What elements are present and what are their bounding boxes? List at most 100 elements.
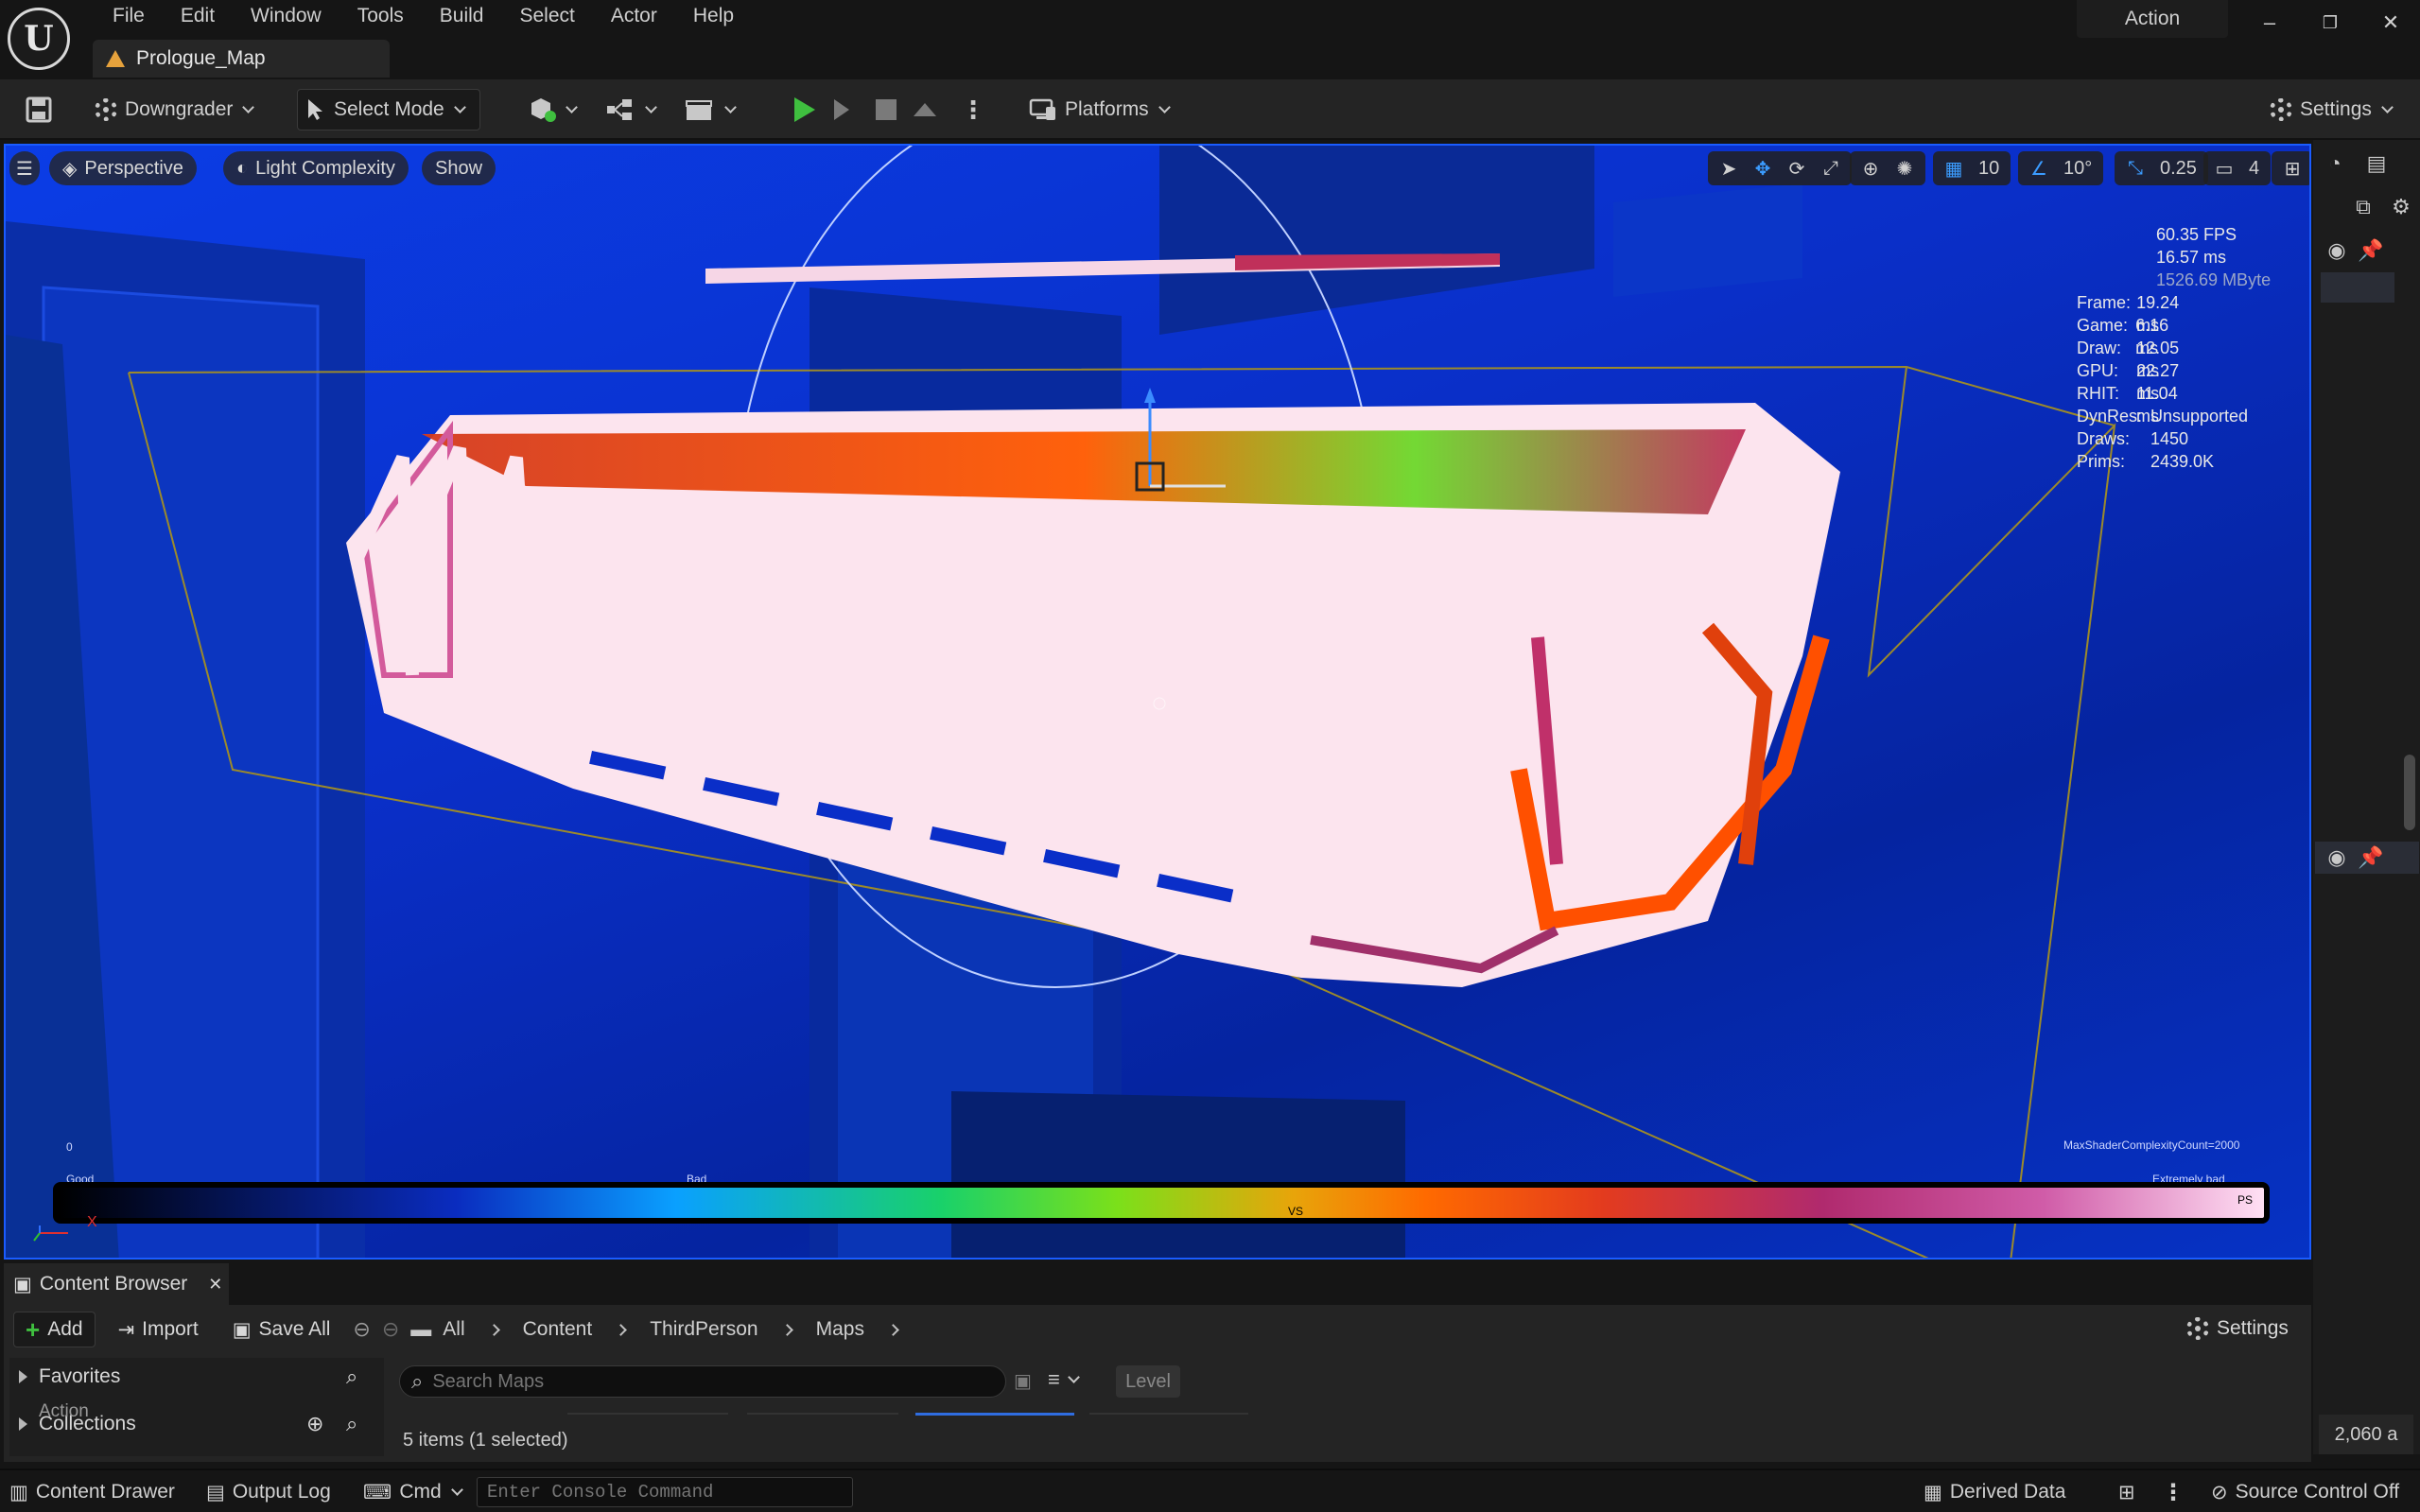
asset-tile[interactable] bbox=[1089, 1413, 1248, 1415]
world-space-icon[interactable]: ⊕ bbox=[1855, 153, 1886, 183]
close-tab-icon[interactable]: ✕ bbox=[208, 1275, 222, 1295]
menu-help[interactable]: Help bbox=[675, 0, 752, 34]
downgrader-dropdown[interactable]: Downgrader bbox=[87, 89, 260, 130]
breadcrumb-content[interactable]: Content bbox=[523, 1318, 593, 1341]
import-button[interactable]: ⇥ Import bbox=[107, 1312, 210, 1347]
rotation-snap-control[interactable]: ∠ 10° bbox=[2018, 151, 2104, 185]
frame-advance-button[interactable] bbox=[827, 89, 857, 130]
scale-tool-icon[interactable]: ⤢ bbox=[1816, 153, 1846, 183]
blueprints-button[interactable] bbox=[598, 89, 663, 130]
output-log-button[interactable]: ▤ Output Log bbox=[206, 1476, 331, 1508]
search-maps-field[interactable]: ⌕ bbox=[399, 1365, 1006, 1398]
revision-control-icon[interactable]: ⊞ bbox=[2118, 1476, 2135, 1508]
rotate-tool-icon[interactable]: ⟳ bbox=[1782, 153, 1812, 183]
sources-panel: Favorites ⌕ Action Collections ⊕ ⌕ bbox=[9, 1358, 384, 1456]
chevron-down-icon bbox=[2381, 101, 2394, 113]
save-search-icon[interactable]: ▣ bbox=[1014, 1369, 1032, 1393]
save-all-button[interactable]: ▣ Save All bbox=[221, 1312, 342, 1347]
folder-icon[interactable]: ▬ bbox=[410, 1317, 431, 1342]
menu-select[interactable]: Select bbox=[501, 0, 592, 34]
panel-settings-icon[interactable]: ⚙ bbox=[2387, 193, 2415, 221]
play-icon bbox=[794, 97, 815, 122]
actor-count: 2,060 a bbox=[2319, 1415, 2413, 1454]
pin-icon[interactable]: 📌 bbox=[2357, 843, 2385, 872]
favorites-section[interactable]: Favorites ⌕ bbox=[9, 1358, 384, 1396]
settings-dropdown[interactable]: Settings bbox=[2262, 89, 2399, 130]
select-tool-icon[interactable]: ➤ bbox=[1714, 153, 1744, 183]
derived-data-icon: ▦ bbox=[1924, 1481, 1942, 1503]
selected-row[interactable] bbox=[2321, 272, 2394, 303]
platforms-dropdown[interactable]: Platforms bbox=[1021, 89, 1176, 130]
menu-actor[interactable]: Actor bbox=[593, 0, 675, 34]
viewport-menu-button[interactable]: ☰ bbox=[9, 151, 40, 185]
save-icon[interactable] bbox=[17, 89, 61, 130]
visibility-eye-icon[interactable]: ◉ bbox=[2323, 236, 2351, 265]
derived-data-button[interactable]: ▦ Derived Data bbox=[1924, 1476, 2065, 1508]
surface-snap-icon[interactable]: ✺ bbox=[1889, 153, 1920, 183]
collections-section[interactable]: Action Collections ⊕ ⌕ bbox=[9, 1401, 384, 1443]
console-command-input[interactable] bbox=[487, 1482, 846, 1503]
asset-tile-selected[interactable] bbox=[915, 1413, 1074, 1416]
add-button[interactable]: + Add bbox=[13, 1312, 96, 1347]
source-control-button[interactable]: ⊘ Source Control Off bbox=[2211, 1476, 2399, 1508]
perspective-button[interactable]: ◈ Perspective bbox=[49, 151, 197, 185]
outliner-icon[interactable]: ▤ bbox=[2362, 149, 2391, 178]
console-command-field[interactable] bbox=[477, 1477, 853, 1507]
breadcrumb-all[interactable]: All bbox=[443, 1318, 464, 1341]
camera-speed-control[interactable]: ▭ 4 bbox=[2203, 151, 2272, 185]
visibility-eye-icon[interactable]: ◉ bbox=[2323, 843, 2351, 872]
show-button[interactable]: Show bbox=[422, 151, 496, 185]
add-actor-button[interactable] bbox=[520, 89, 583, 130]
output-log-icon: ▤ bbox=[206, 1481, 225, 1503]
scale-snap-control[interactable]: ⤡ 0.25 bbox=[2115, 151, 2208, 185]
search-icon[interactable]: ⌕ bbox=[346, 1364, 357, 1389]
search-collections-icon[interactable]: ⌕ bbox=[346, 1412, 357, 1436]
breadcrumb-thirdperson[interactable]: ThirdPerson bbox=[650, 1318, 757, 1341]
restore-button[interactable]: ❐ bbox=[2304, 4, 2357, 42]
minimize-button[interactable]: – bbox=[2243, 4, 2296, 42]
menu-edit[interactable]: Edit bbox=[163, 0, 233, 34]
content-browser-toolbar: + Add ⇥ Import ▣ Save All ⊖ ⊖ ▬ All Cont… bbox=[13, 1311, 911, 1348]
search-maps-input[interactable] bbox=[432, 1370, 963, 1393]
select-mode-dropdown[interactable]: Select Mode bbox=[297, 89, 480, 130]
filter-camera-icon[interactable]: ⧉ bbox=[2349, 193, 2377, 221]
level-viewport[interactable]: ☰ ◈ Perspective ◐ Light Complexity Show … bbox=[4, 144, 2311, 1260]
pin-icon[interactable]: 📌 bbox=[2357, 236, 2385, 265]
menu-tools[interactable]: Tools bbox=[339, 0, 422, 34]
map-tab[interactable]: Prologue_Map bbox=[93, 40, 390, 78]
layout-toggle[interactable]: ⊞ bbox=[2272, 151, 2309, 185]
grid-snap-control[interactable]: ▦ 10 bbox=[1933, 151, 2011, 185]
content-drawer-button[interactable]: ▥ Content Drawer bbox=[9, 1476, 175, 1508]
move-tool-icon[interactable]: ✥ bbox=[1748, 153, 1778, 183]
outliner-scrollbar[interactable] bbox=[2404, 755, 2415, 830]
asset-tile[interactable] bbox=[747, 1413, 898, 1415]
history-forward-icon[interactable]: ⊖ bbox=[382, 1317, 399, 1342]
play-button[interactable] bbox=[787, 89, 823, 130]
chevron-down-icon bbox=[566, 101, 578, 113]
menu-window[interactable]: Window bbox=[233, 0, 339, 34]
menu-build[interactable]: Build bbox=[422, 0, 502, 34]
content-browser-icon: ▣ bbox=[13, 1273, 32, 1295]
level-filter-chip[interactable]: Level bbox=[1116, 1365, 1180, 1398]
platforms-label: Platforms bbox=[1065, 98, 1149, 120]
menu-file[interactable]: File bbox=[95, 0, 163, 34]
view-mode-button[interactable]: ◐ Light Complexity bbox=[223, 151, 409, 185]
close-button[interactable]: ✕ bbox=[2364, 4, 2417, 42]
add-collection-icon[interactable]: ⊕ bbox=[306, 1412, 323, 1436]
stop-button[interactable] bbox=[868, 89, 904, 130]
chevron-down-icon bbox=[1158, 101, 1171, 113]
unreal-logo-icon[interactable]: U bbox=[8, 8, 70, 70]
layout-badge[interactable]: Action bbox=[2077, 0, 2228, 38]
more-vertical-icon[interactable]: ⋮ bbox=[2162, 1476, 2185, 1508]
history-back-icon[interactable]: ⊖ bbox=[353, 1317, 370, 1342]
asset-tile[interactable] bbox=[567, 1413, 728, 1415]
cinematics-button[interactable] bbox=[677, 89, 742, 130]
eject-button[interactable] bbox=[906, 89, 944, 130]
breadcrumb-maps[interactable]: Maps bbox=[816, 1318, 864, 1341]
cmd-dropdown[interactable]: ⌨ Cmd bbox=[363, 1476, 463, 1508]
play-options-button[interactable]: ⋮ bbox=[953, 89, 993, 130]
filter-dropdown[interactable]: ≡ bbox=[1048, 1367, 1080, 1392]
cb-settings-button[interactable]: Settings bbox=[2175, 1311, 2300, 1347]
details-icon[interactable]: ◔ bbox=[2321, 149, 2349, 178]
content-browser-tab[interactable]: ▣ Content Browser ✕ bbox=[4, 1263, 229, 1305]
